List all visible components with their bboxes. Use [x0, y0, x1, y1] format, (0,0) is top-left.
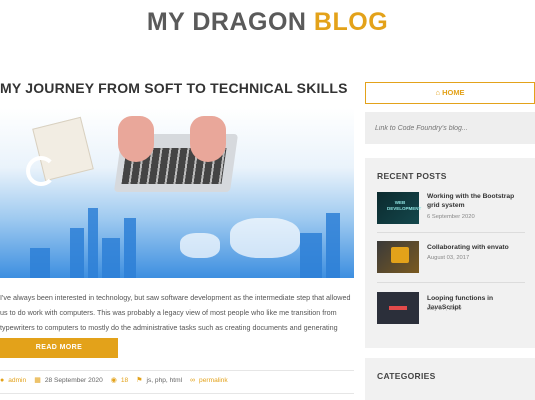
meta-tags[interactable]: ⚑ js, php, html	[136, 376, 182, 385]
permalink[interactable]: permalink	[199, 377, 228, 384]
blog-post: MY JOURNEY FROM SOFT TO TECHNICAL SKILLS…	[0, 80, 354, 394]
recent-posts-title: RECENT POSTS	[377, 171, 447, 181]
map-shape	[230, 218, 300, 258]
post-date: 28 September 2020	[44, 376, 103, 384]
skyline-bar	[70, 228, 84, 278]
search-input[interactable]	[365, 112, 535, 144]
recent-posts-widget: RECENT POSTS WEB DEVELOPMENT Working wit…	[365, 158, 535, 348]
search-widget	[365, 112, 535, 144]
site-title-part1[interactable]: MY DRAGON	[147, 8, 314, 36]
recent-post-thumbnail[interactable]	[377, 241, 419, 273]
recent-post-thumbnail[interactable]	[377, 292, 419, 324]
recent-post-item[interactable]: Collaborating with envato August 03, 201…	[377, 241, 527, 275]
comment-icon: ◉	[110, 377, 117, 384]
tag-icon: ⚑	[136, 377, 143, 384]
skyline-bar	[326, 213, 340, 278]
recent-post-item[interactable]: Looping functions in JavaScript July 27,…	[377, 292, 527, 326]
divider	[377, 282, 525, 283]
skyline-bar	[124, 218, 136, 278]
key-shape	[391, 247, 409, 263]
divider	[377, 232, 525, 233]
recent-post-title[interactable]: Working with the Bootstrap grid system	[427, 192, 527, 210]
recent-post-item[interactable]: WEB DEVELOPMENT Working with the Bootstr…	[377, 192, 527, 226]
site-title-part2[interactable]: BLOG	[314, 8, 388, 36]
home-label: HOME	[442, 88, 465, 97]
thumbnail-text: WEB DEVELOPMENT	[387, 200, 422, 211]
post-title[interactable]: MY JOURNEY FROM SOFT TO TECHNICAL SKILLS	[0, 80, 354, 96]
home-icon: ⌂	[435, 88, 440, 97]
skyline-bar	[30, 248, 50, 278]
hand-shape	[190, 116, 226, 162]
recent-post-date: July 27, 2020	[427, 306, 462, 312]
recent-post-title[interactable]: Collaborating with envato	[427, 243, 527, 252]
meta-comments[interactable]: ◉ 18	[110, 376, 128, 385]
loading-circle-shape	[26, 156, 56, 186]
hand-shape	[118, 116, 154, 162]
divider	[0, 370, 354, 371]
user-icon: ●	[0, 376, 5, 384]
skyline-bar	[88, 208, 98, 278]
link-icon: ∞	[190, 376, 196, 384]
post-tags[interactable]: js, php, html	[146, 377, 182, 384]
meta-author[interactable]: ● admin	[0, 377, 26, 384]
site-title[interactable]: MY DRAGON BLOG	[0, 8, 535, 37]
home-button[interactable]: ⌂ HOME	[365, 82, 535, 104]
divider	[0, 393, 354, 394]
author-link[interactable]: admin	[8, 377, 26, 384]
categories-title: CATEGORIES	[377, 371, 436, 381]
skyline-bar	[102, 238, 120, 278]
comment-count[interactable]: 18	[121, 377, 128, 384]
post-featured-image[interactable]	[0, 108, 354, 278]
meta-permalink[interactable]: ∞ permalink	[190, 377, 228, 384]
code-line-shape	[389, 306, 407, 310]
calendar-icon: ▦	[34, 377, 41, 384]
post-meta: ● admin ▦ 28 September 2020 ◉ 18 ⚑ js, p…	[0, 376, 354, 385]
categories-widget: CATEGORIES	[365, 358, 535, 400]
meta-date: ▦ 28 September 2020	[34, 376, 103, 385]
recent-post-thumbnail[interactable]: WEB DEVELOPMENT	[377, 192, 422, 224]
map-shape	[180, 233, 220, 258]
skyline-bar	[300, 233, 322, 278]
read-more-button[interactable]: READ MORE	[0, 338, 118, 358]
recent-post-date: 6 September 2020	[427, 214, 475, 220]
recent-post-date: August 03, 2017	[427, 255, 470, 261]
